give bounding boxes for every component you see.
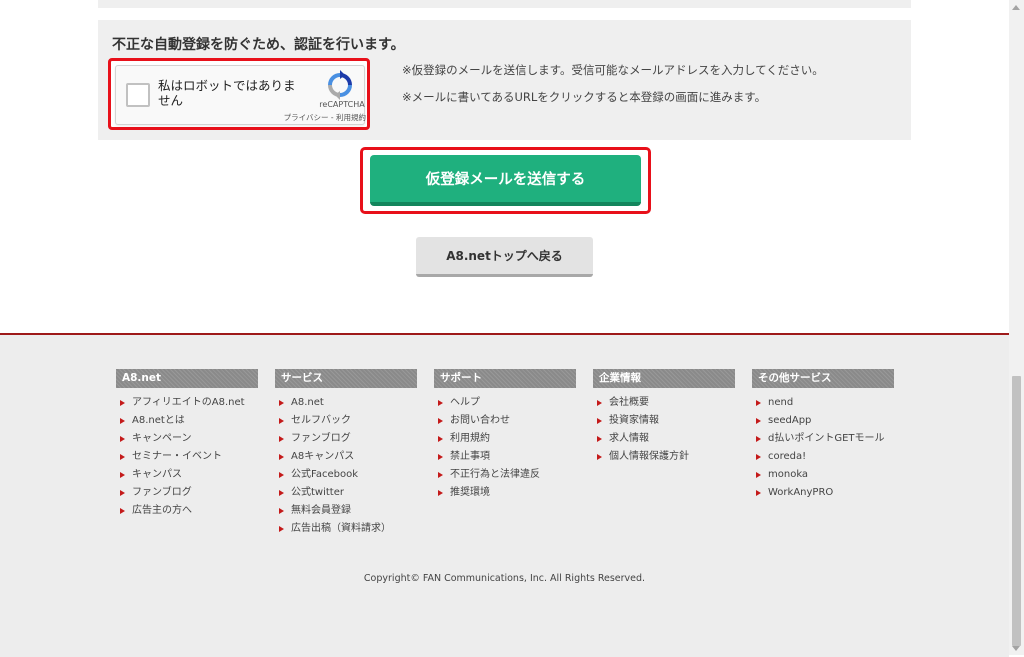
footer-link[interactable]: 公式twitter [275,484,417,502]
site-footer: A8.net アフィリエイトのA8.net A8.netとは キャンペーン セミ… [0,333,1009,657]
recaptcha-label: 私はロボットではありません [158,78,296,108]
footer-link[interactable]: monoka [752,466,894,484]
footer-column-support: サポート ヘルプ お問い合わせ 利用規約 禁止事項 不正行為と法律違反 推奨環境 [434,369,576,502]
captcha-section: 不正な自動登録を防ぐため、認証を行います。 私はロボットではありません reCA… [98,20,911,140]
footer-link[interactable]: WorkAnyPRO [752,484,894,502]
footer-link[interactable]: A8キャンパス [275,448,417,466]
recaptcha-checkbox[interactable] [126,83,150,107]
footer-link[interactable]: 不正行為と法律違反 [434,466,576,484]
captcha-note-email: ※仮登録のメールを送信します。受信可能なメールアドレスを入力してください。 [402,63,824,77]
footer-link[interactable]: ファンブログ [275,430,417,448]
footer-heading: サポート [434,369,576,388]
footer-heading: その他サービス [752,369,894,388]
footer-column-a8net: A8.net アフィリエイトのA8.net A8.netとは キャンペーン セミ… [116,369,258,520]
footer-link[interactable]: 禁止事項 [434,448,576,466]
footer-link[interactable]: 広告主の方へ [116,502,258,520]
footer-link[interactable]: キャンペーン [116,430,258,448]
captcha-section-title: 不正な自動登録を防ぐため、認証を行います。 [112,37,405,53]
footer-link[interactable]: 求人情報 [593,430,735,448]
footer-link[interactable]: seedApp [752,412,894,430]
footer-link[interactable]: 利用規約 [434,430,576,448]
scroll-down-arrow-icon[interactable] [1012,646,1020,651]
footer-link[interactable]: d払いポイントGETモール [752,430,894,448]
footer-link[interactable]: アフィリエイトのA8.net [116,394,258,412]
submit-highlight-frame: 仮登録メールを送信する [360,147,651,214]
footer-link[interactable]: ヘルプ [434,394,576,412]
scrollbar-thumb[interactable] [1012,376,1021,646]
footer-link[interactable]: A8.net [275,394,417,412]
back-to-top-button[interactable]: A8.netトップへ戻る [416,237,593,277]
footer-link[interactable]: 広告出稿（資料請求） [275,520,417,538]
footer-column-company: 企業情報 会社概要 投資家情報 求人情報 個人情報保護方針 [593,369,735,466]
footer-link[interactable]: セルフバック [275,412,417,430]
captcha-note-url: ※メールに書いてあるURLをクリックすると本登録の画面に進みます。 [402,90,767,104]
footer-link[interactable]: coreda! [752,448,894,466]
scroll-up-arrow-icon[interactable] [1012,5,1020,10]
recaptcha-logo-icon [328,70,352,100]
recaptcha-brand: reCAPTCHA [319,100,365,109]
footer-link[interactable]: 推奨環境 [434,484,576,502]
footer-link[interactable]: 投資家情報 [593,412,735,430]
footer-link[interactable]: 個人情報保護方針 [593,448,735,466]
footer-link[interactable]: nend [752,394,894,412]
footer-column-services: サービス A8.net セルフバック ファンブログ A8キャンパス 公式Face… [275,369,417,538]
footer-heading: サービス [275,369,417,388]
footer-link[interactable]: 無料会員登録 [275,502,417,520]
footer-link[interactable]: 会社概要 [593,394,735,412]
footer-link[interactable]: お問い合わせ [434,412,576,430]
footer-link[interactable]: キャンパス [116,466,258,484]
recaptcha-widget: 私はロボットではありません reCAPTCHA プライバシー - 利用規約 [115,65,366,125]
footer-heading: A8.net [116,369,258,388]
footer-link[interactable]: ファンブログ [116,484,258,502]
copyright-text: Copyright© FAN Communications, Inc. All … [363,573,646,584]
footer-link[interactable]: A8.netとは [116,412,258,430]
footer-link[interactable]: 公式Facebook [275,466,417,484]
recaptcha-privacy-terms-link[interactable]: プライバシー - 利用規約 [266,112,366,123]
form-section-bottom [98,0,911,8]
footer-heading: 企業情報 [593,369,735,388]
footer-link[interactable]: セミナー・イベント [116,448,258,466]
footer-column-other-services: その他サービス nend seedApp d払いポイントGETモール cored… [752,369,894,502]
send-provisional-email-button[interactable]: 仮登録メールを送信する [370,155,641,206]
captcha-highlight-frame: 私はロボットではありません reCAPTCHA プライバシー - 利用規約 [108,58,370,130]
vertical-scrollbar[interactable] [1009,0,1024,655]
